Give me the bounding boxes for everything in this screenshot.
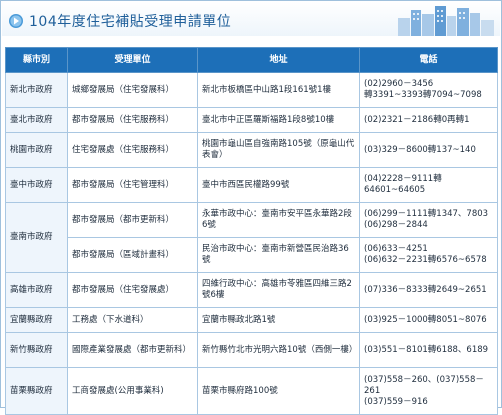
table-row: 苗栗縣政府 工商發展處(公用事業科) 苗栗市縣府路100號 (037)558－2… — [5, 367, 498, 415]
cell-unit: 都市發展局（住宅發展處） — [67, 272, 198, 308]
column-header-unit: 受理單位 — [67, 47, 198, 73]
cell-address: 民治市政中心：臺南市新營區民治路36號 — [197, 237, 360, 273]
cell-unit: 城鄉發展局（住宅發展科） — [67, 72, 198, 108]
cell-city: 臺北市政府 — [5, 107, 68, 133]
cell-phone: (03)329－8600轉137~140 — [359, 132, 498, 168]
cell-city: 臺中市政府 — [5, 167, 68, 203]
cell-address: 苗栗市縣府路100號 — [197, 367, 360, 415]
cell-city: 宜蘭縣政府 — [5, 307, 68, 333]
table-row: 高雄市政府 都市發展局（住宅發展處） 四維行政中心：高雄市苓雅區四維三路2號6樓… — [5, 272, 498, 308]
table-row: 新北市政府 城鄉發展局（住宅發展科） 新北市板橋區中山路1段161號1樓 (02… — [5, 72, 498, 108]
table-row: 都市發展局（區域計畫科） 民治市政中心：臺南市新營區民治路36號 (06)633… — [6, 237, 498, 273]
cell-address: 新北市板橋區中山路1段161號1樓 — [197, 72, 360, 108]
page-title: 104年度住宅補貼受理申請單位 — [29, 14, 232, 30]
cell-unit: 都市發展局（區域計畫科） — [67, 237, 198, 273]
table-row: 新竹縣政府 國際產業發展處（都市更新科） 新竹縣竹北市光明六路10號（西側一樓）… — [5, 332, 498, 368]
city-skyline-icon — [398, 6, 494, 36]
cell-city: 臺南市政府 — [5, 202, 68, 273]
cell-unit: 都市發展局（住宅服務科） — [67, 107, 198, 133]
table-row: 臺北市政府 都市發展局（住宅服務科） 臺北市中正區羅斯福路1段8號10樓 (02… — [5, 107, 498, 133]
cell-phone: (037)558－260、(037)558－261 (037)559－916 — [359, 367, 498, 415]
cell-phone: (02)2321－2186轉0再轉1 — [359, 107, 498, 133]
cell-phone: (06)299－1111轉1347、7803 (06)298－2844 — [359, 202, 498, 238]
cell-unit: 工務處（下水道科） — [67, 307, 198, 333]
table-row: 宜蘭縣政府 工務處（下水道科） 宜蘭市縣政北路1號 (03)925－1000轉8… — [5, 307, 498, 333]
agency-table-wrapper: 縣市別 受理單位 地址 電話 新北市政府 城鄉發展局（住宅發展科） 新北市板橋區… — [5, 47, 498, 415]
cell-address: 新竹縣竹北市光明六路10號（西側一樓） — [197, 332, 360, 368]
panel-frame: 104年度住宅補貼受理申請單位 縣市別 受理單位 地址 電話 新北市政府 城鄉發… — [0, 0, 502, 415]
cell-address: 宜蘭市縣政北路1號 — [197, 307, 360, 333]
table-row: 桃園市政府 住宅發展處（住宅服務科） 桃園市龜山區自強南路105號（原龜山代表會… — [5, 132, 498, 168]
cell-unit: 國際產業發展處（都市更新科） — [67, 332, 198, 368]
cell-address: 永華市政中心：臺南市安平區永華路2段6號 — [197, 202, 360, 238]
cell-unit: 都市發展局（住宅管理科） — [67, 167, 198, 203]
arrow-bullet-icon — [9, 14, 23, 28]
cell-phone: (02)2960－3456 轉3391~3393轉7094~7098 — [359, 72, 498, 108]
cell-address: 臺中市西區民權路99號 — [197, 167, 360, 203]
cell-address: 四維行政中心：高雄市苓雅區四維三路2號6樓 — [197, 272, 360, 308]
column-header-phone: 電話 — [359, 47, 498, 73]
cell-city: 苗栗縣政府 — [5, 367, 68, 415]
table-row: 臺南市政府 都市發展局（都市更新科） 永華市政中心：臺南市安平區永華路2段6號 … — [5, 202, 498, 273]
cell-address: 桃園市龜山區自強南路105號（原龜山代表會） — [197, 132, 360, 168]
cell-phone: (04)2228－9111轉 64601~64605 — [359, 167, 498, 203]
cell-unit: 住宅發展處（住宅服務科） — [67, 132, 198, 168]
agency-table: 縣市別 受理單位 地址 電話 新北市政府 城鄉發展局（住宅發展科） 新北市板橋區… — [5, 47, 498, 415]
cell-city: 高雄市政府 — [5, 272, 68, 308]
cell-city: 新北市政府 — [5, 72, 68, 108]
panel-header: 104年度住宅補貼受理申請單位 — [2, 2, 500, 36]
cell-city: 桃園市政府 — [5, 132, 68, 168]
column-header-address: 地址 — [197, 47, 360, 73]
cell-address: 臺北市中正區羅斯福路1段8號10樓 — [197, 107, 360, 133]
table-header-row: 縣市別 受理單位 地址 電話 — [5, 47, 498, 73]
cell-city: 新竹縣政府 — [5, 332, 68, 368]
table-row: 臺中市政府 都市發展局（住宅管理科） 臺中市西區民權路99號 (04)2228－… — [5, 167, 498, 203]
cell-phone: (03)925－1000轉8051~8076 — [359, 307, 498, 333]
cell-unit: 工商發展處(公用事業科) — [67, 367, 198, 415]
cell-unit: 都市發展局（都市更新科） — [67, 202, 198, 238]
column-header-city: 縣市別 — [5, 47, 68, 73]
cell-phone: (03)551－8101轉6188、6189 — [359, 332, 498, 368]
cell-phone: (06)633－4251 (06)632－2231轉6576~6578 — [359, 237, 498, 273]
cell-phone: (07)336－8333轉2649~2651 — [359, 272, 498, 308]
